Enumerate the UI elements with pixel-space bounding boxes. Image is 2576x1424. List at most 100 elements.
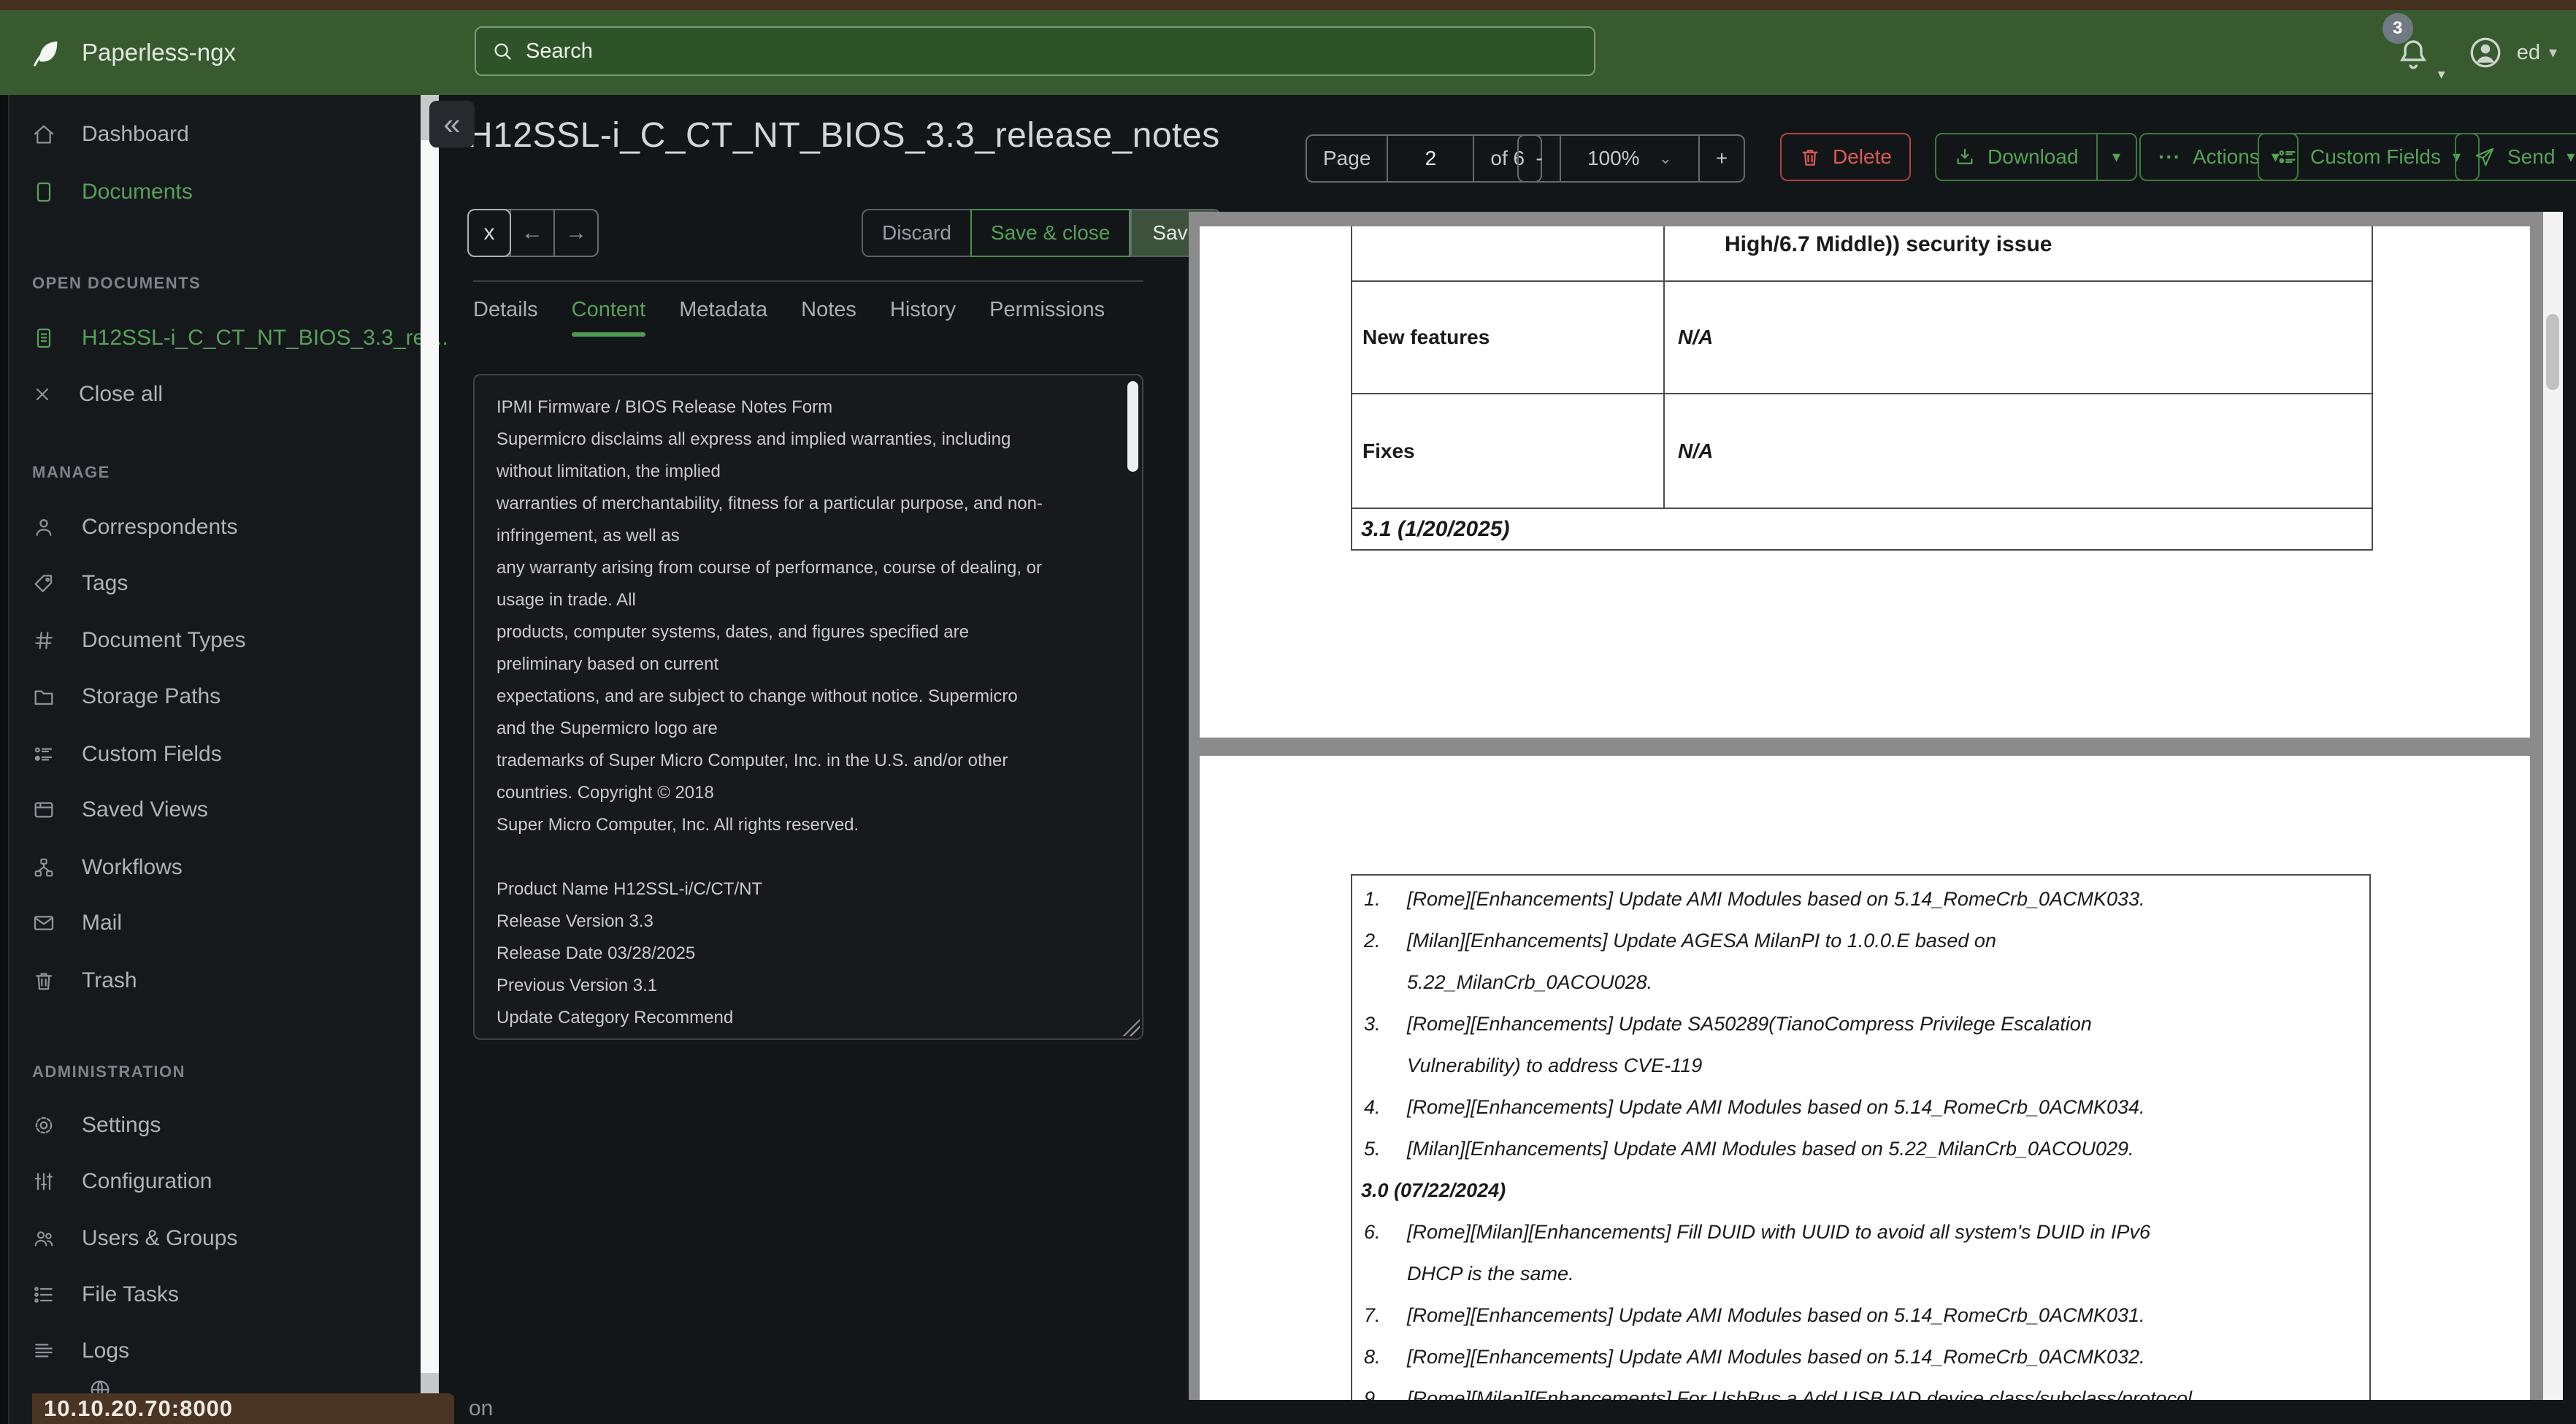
sidebar-item-workflows[interactable]: Workflows — [32, 845, 183, 890]
zoom-out-button[interactable]: - — [1519, 136, 1560, 181]
table-cell-overflow: High/6.7 Middle)) security issue — [1725, 232, 2052, 256]
list-text: [Rome][Enhancements] Update SA50289(Tian… — [1407, 1013, 2092, 1035]
window-icon — [32, 798, 55, 822]
list-text: [Milan][Enhancements] Update AGESA Milan… — [1407, 930, 1996, 952]
release-note-line: 7. [Rome][Enhancements] Update AMI Module… — [1352, 1295, 2369, 1336]
status-url-tooltip: 10.10.20.70:8000 — [32, 1393, 454, 1424]
delete-button[interactable]: Delete — [1780, 133, 1911, 181]
sidebar-item-documents[interactable]: Documents — [32, 169, 193, 215]
content-textarea[interactable]: IPMI Firmware / BIOS Release Notes Form … — [473, 374, 1143, 1040]
app-brand[interactable]: Paperless-ngx — [29, 10, 236, 95]
list-text: 3.0 (07/22/2024) — [1361, 1179, 1506, 1201]
tab-content[interactable]: Content — [571, 298, 645, 337]
tab-details[interactable]: Details — [473, 298, 538, 334]
panel-divider — [473, 280, 1143, 282]
sidebar-item-logs[interactable]: Logs — [32, 1328, 129, 1374]
sidebar-item-tags[interactable]: Tags — [32, 561, 128, 606]
list-number: 3. — [1364, 1013, 1381, 1035]
discard-button[interactable]: Discard — [863, 210, 970, 256]
preview-scrollbar-thumb[interactable] — [2546, 314, 2559, 390]
search-input[interactable]: Search — [475, 26, 1595, 76]
document-preview[interactable]: High/6.7 Middle)) security issue New fea… — [1189, 212, 2563, 1400]
window-left-edge — [0, 95, 9, 1424]
sidebar-item-users-groups[interactable]: Users & Groups — [32, 1216, 237, 1261]
list-number: 7. — [1364, 1304, 1381, 1326]
user-avatar-icon[interactable] — [2467, 34, 2504, 71]
tab-history[interactable]: History — [890, 298, 956, 334]
list-text: [Rome][Enhancements] Update AMI Modules … — [1407, 1304, 2145, 1326]
tab-metadata[interactable]: Metadata — [679, 298, 767, 334]
save-and-close-button[interactable]: Save & close — [970, 209, 1131, 257]
sidebar-item-open-document[interactable]: H12SSL-i_C_CT_NT_BIOS_3.3_rel... — [32, 315, 448, 361]
sidebar-item-close-all[interactable]: Close all — [32, 372, 163, 417]
collapse-sidebar-button[interactable]: « — [429, 101, 475, 148]
tab-notes[interactable]: Notes — [801, 298, 856, 334]
release-note-line: 5. [Milan][Enhancements] Update AMI Modul… — [1352, 1128, 2369, 1170]
list-number: 5. — [1364, 1138, 1381, 1160]
sidebar-item-trash[interactable]: Trash — [32, 958, 137, 1003]
zoom-control-group: - 100% ⌄ + — [1517, 134, 1745, 183]
page-scrollbar-thumb[interactable] — [421, 140, 439, 1373]
caret-down-icon: ▾ — [2112, 148, 2121, 166]
zoom-level-value: 100% — [1587, 147, 1640, 169]
release-notes-table: High/6.7 Middle)) security issue New fea… — [1351, 226, 2373, 551]
page-scrollbar[interactable] — [421, 95, 439, 1424]
mail-icon — [32, 911, 55, 935]
sidebar-item-saved-views[interactable]: Saved Views — [32, 787, 208, 832]
list-number: 2. — [1364, 930, 1381, 952]
sidebar-item-label: Storage Paths — [82, 684, 221, 708]
hash-icon — [32, 629, 55, 652]
download-options-button[interactable]: ▾ — [2096, 134, 2136, 180]
tab-permissions[interactable]: Permissions — [989, 298, 1105, 334]
sidebar-item-configuration[interactable]: Configuration — [32, 1159, 212, 1204]
preview-scrollbar[interactable] — [2543, 212, 2563, 1400]
search-placeholder: Search — [526, 39, 593, 63]
sidebar-item-document-types[interactable]: Document Types — [32, 618, 246, 663]
previous-document-button[interactable]: ← — [510, 210, 553, 256]
sidebar-item-label: Logs — [82, 1339, 130, 1363]
close-document-button[interactable]: x — [467, 209, 511, 257]
send-button-label: Send — [2507, 145, 2556, 168]
sidebar-item-label: H12SSL-i_C_CT_NT_BIOS_3.3_rel... — [82, 326, 448, 350]
download-button[interactable]: Download — [1936, 145, 2096, 169]
custom-fields-button[interactable]: Custom Fields ▾ — [2258, 133, 2480, 181]
sidebar-item-mail[interactable]: Mail — [32, 900, 122, 946]
release-note-version-heading: 3.0 (07/22/2024) — [1352, 1170, 2369, 1211]
sidebar-item-file-tasks[interactable]: File Tasks — [32, 1272, 179, 1317]
table-cell-label: Fixes — [1352, 394, 1665, 508]
content-scrollbar-thumb[interactable] — [1127, 381, 1138, 472]
user-menu[interactable]: ed — [2517, 41, 2540, 65]
task-list-icon — [32, 1283, 55, 1306]
close-icon: x — [483, 221, 495, 245]
sidebar-item-custom-fields[interactable]: Custom Fields — [32, 732, 222, 777]
next-document-button[interactable]: → — [553, 210, 597, 256]
sidebar-item-label: Settings — [82, 1113, 161, 1137]
sidebar-item-label: Configuration — [82, 1169, 212, 1193]
release-note-line: 9. [Rome][Milan][Enhancements] For UsbBus… — [1352, 1378, 2369, 1400]
send-button[interactable]: Send ▾ — [2455, 133, 2576, 181]
trash-icon — [32, 969, 55, 992]
actions-button-label: Actions — [2192, 145, 2260, 168]
zoom-in-button[interactable]: + — [1698, 136, 1744, 181]
list-number: 6. — [1364, 1221, 1381, 1243]
document-title: H12SSL-i_C_CT_NT_BIOS_3.3_release_notes — [467, 116, 1220, 155]
zoom-level-select[interactable]: 100% ⌄ — [1560, 136, 1698, 181]
arrow-right-icon: → — [565, 221, 587, 245]
list-text: [Rome][Enhancements] Update AMI Modules … — [1407, 1346, 2145, 1368]
sidebar-item-storage-paths[interactable]: Storage Paths — [32, 674, 221, 719]
textarea-resize-handle[interactable] — [1121, 1017, 1140, 1036]
list-number: 8. — [1364, 1346, 1381, 1368]
page-number-input[interactable]: 2 — [1387, 136, 1473, 181]
sidebar-item-settings[interactable]: Settings — [32, 1103, 161, 1148]
sidebar-item-documentation-label-tail: on — [469, 1396, 494, 1420]
sidebar-item-correspondents[interactable]: Correspondents — [32, 505, 237, 550]
table-cell-label: New features — [1352, 282, 1665, 393]
list-number: 1. — [1364, 888, 1381, 910]
notifications-button[interactable]: 3 ▾ — [2382, 13, 2447, 83]
file-text-icon — [32, 326, 55, 350]
release-note-line: 3. [Rome][Enhancements] Update SA50289(Ti… — [1352, 1003, 2369, 1045]
sidebar-item-label: Trash — [82, 968, 137, 992]
download-button-label: Download — [1987, 145, 2079, 168]
custom-fields-button-label: Custom Fields — [2310, 145, 2441, 168]
sidebar-item-dashboard[interactable]: Dashboard — [32, 112, 189, 157]
